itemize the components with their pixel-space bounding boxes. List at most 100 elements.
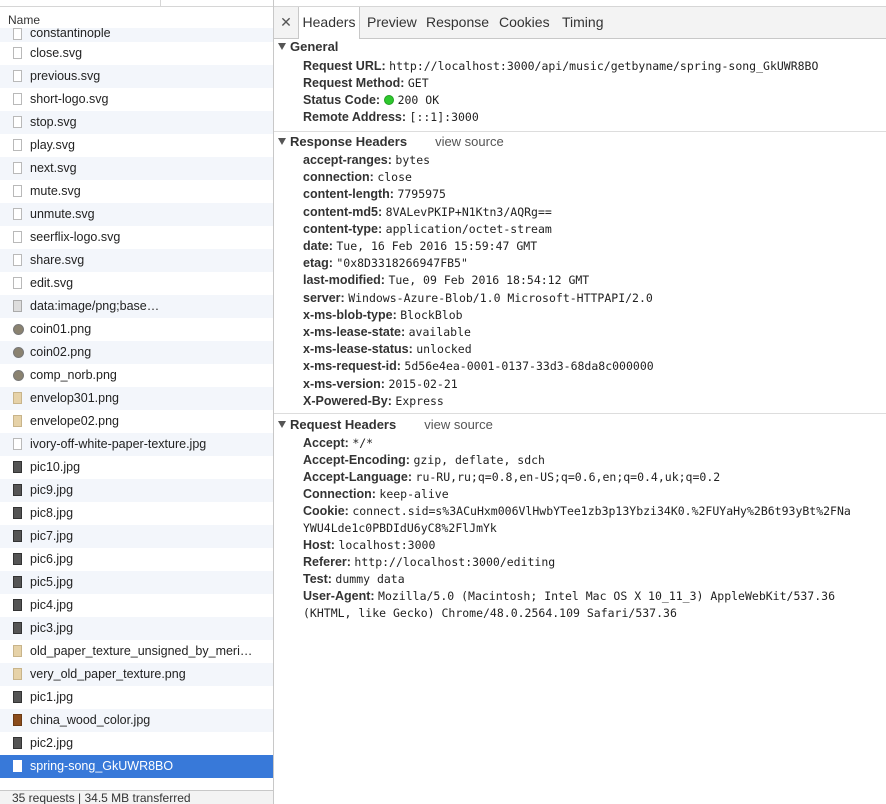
list-item[interactable]: seerflix-logo.svg — [0, 226, 273, 249]
list-item-label: china_wood_color.jpg — [30, 713, 151, 727]
header-row: x-ms-blob-type: BlockBlob — [303, 308, 463, 322]
list-item[interactable]: data:image/png;base… — [0, 295, 273, 318]
list-item[interactable]: pic2.jpg — [0, 732, 273, 755]
coin-image-icon — [13, 347, 24, 358]
header-row: accept-ranges: bytes — [303, 153, 430, 167]
list-item[interactable]: envelop301.png — [0, 387, 273, 410]
header-key: x-ms-lease-state: — [303, 325, 406, 339]
tab-response[interactable]: Response — [426, 7, 489, 38]
timeline-strip-right — [274, 0, 886, 7]
header-row: x-ms-version: 2015-02-21 — [303, 377, 458, 391]
header-key: content-type: — [303, 221, 383, 236]
list-item[interactable]: coin02.png — [0, 341, 273, 364]
header-value: close — [377, 170, 412, 185]
list-item[interactable]: coin01.png — [0, 318, 273, 341]
photo-icon — [13, 461, 22, 473]
file-icon — [13, 116, 22, 128]
list-item-label: play.svg — [30, 138, 75, 152]
list-item[interactable]: ivory-off-white-paper-texture.jpg — [0, 433, 273, 456]
header-row: content-md5: 8VALevPKIP+N1Ktn3/AQRg== — [303, 205, 552, 219]
paper-image-icon — [13, 645, 22, 657]
header-row: Cookie: connect.sid=s%3ACuHxm006VlHwbYTe… — [303, 504, 851, 518]
header-key: Cookie: — [303, 504, 349, 518]
list-item[interactable]: short-logo.svg — [0, 88, 273, 111]
paper-image-icon — [13, 668, 22, 680]
list-item[interactable]: pic6.jpg — [0, 548, 273, 571]
list-item-label: pic4.jpg — [30, 598, 74, 612]
list-item[interactable]: constantinople — [0, 28, 273, 42]
header-value: ru-RU,ru;q=0.8,en-US;q=0.6,en;q=0.4,uk;q… — [415, 470, 721, 484]
header-row: Connection: keep-alive — [303, 487, 449, 501]
list-item-label: pic3.jpg — [30, 621, 74, 635]
list-item-selected[interactable]: spring-song_GkUWR8BO — [0, 755, 273, 778]
section-response-headers[interactable]: Response Headers view source — [278, 134, 504, 149]
list-item-label: share.svg — [30, 253, 85, 267]
view-source-link[interactable]: view source — [435, 134, 504, 149]
list-item[interactable]: envelope02.png — [0, 410, 273, 433]
header-key: Accept: — [303, 436, 349, 450]
tab-preview[interactable]: Preview — [367, 7, 417, 38]
header-key: last-modified: — [303, 273, 385, 288]
file-icon — [13, 277, 22, 289]
list-item[interactable]: very_old_paper_texture.png — [0, 663, 273, 686]
header-key: User-Agent: — [303, 589, 375, 603]
photo-icon — [13, 576, 22, 588]
header-key: Request URL: — [303, 59, 386, 73]
list-item[interactable]: china_wood_color.jpg — [0, 709, 273, 732]
view-source-link[interactable]: view source — [424, 417, 493, 432]
list-item-label: envelop301.png — [30, 391, 119, 405]
tab-headers[interactable]: Headers — [298, 7, 360, 39]
list-item-label: seerflix-logo.svg — [30, 230, 121, 244]
list-item[interactable]: pic3.jpg — [0, 617, 273, 640]
list-item[interactable]: close.svg — [0, 42, 273, 65]
list-item[interactable]: pic9.jpg — [0, 479, 273, 502]
timeline-strip — [0, 0, 273, 7]
list-item[interactable]: pic7.jpg — [0, 525, 273, 548]
list-item[interactable]: previous.svg — [0, 65, 273, 88]
header-value: 200 OK — [397, 93, 440, 107]
list-item[interactable]: pic4.jpg — [0, 594, 273, 617]
list-item-label: pic5.jpg — [30, 575, 74, 589]
list-item[interactable]: unmute.svg — [0, 203, 273, 226]
list-item[interactable]: pic10.jpg — [0, 456, 273, 479]
header-key: x-ms-version: — [303, 376, 385, 391]
file-icon — [13, 70, 22, 82]
section-general[interactable]: General — [278, 39, 338, 54]
photo-icon — [13, 691, 22, 703]
list-item-label: pic6.jpg — [30, 552, 74, 566]
header-value-continuation: (KHTML, like Gecko) Chrome/48.0.2564.109… — [303, 606, 677, 620]
header-row: User-Agent: Mozilla/5.0 (Macintosh; Inte… — [303, 589, 835, 603]
list-item[interactable]: pic8.jpg — [0, 502, 273, 525]
photo-icon — [13, 484, 22, 496]
list-item-label: ivory-off-white-paper-texture.jpg — [30, 437, 207, 451]
header-row: x-ms-lease-status: unlocked — [303, 342, 472, 356]
header-value: keep-alive — [379, 487, 449, 501]
section-request-headers[interactable]: Request Headers view source — [278, 417, 493, 432]
list-item[interactable]: comp_norb.png — [0, 364, 273, 387]
photo-icon — [13, 530, 22, 542]
list-item-label: pic7.jpg — [30, 529, 74, 543]
header-row: date: Tue, 16 Feb 2016 15:59:47 GMT — [303, 239, 537, 253]
coin-image-icon — [13, 370, 24, 381]
list-item[interactable]: share.svg — [0, 249, 273, 272]
list-item-label: pic8.jpg — [30, 506, 74, 520]
list-item-label: coin01.png — [30, 322, 92, 336]
list-item-label: constantinople — [30, 28, 111, 38]
list-item[interactable]: pic1.jpg — [0, 686, 273, 709]
list-item[interactable]: play.svg — [0, 134, 273, 157]
close-icon[interactable]: ✕ — [278, 13, 294, 31]
tab-timing[interactable]: Timing — [562, 7, 604, 38]
header-key: content-length: — [303, 187, 394, 202]
list-item[interactable]: pic5.jpg — [0, 571, 273, 594]
list-item[interactable]: old_paper_texture_unsigned_by_meri… — [0, 640, 273, 663]
list-item[interactable]: mute.svg — [0, 180, 273, 203]
list-item[interactable]: stop.svg — [0, 111, 273, 134]
file-icon — [13, 438, 22, 450]
section-title-label: General — [290, 39, 339, 54]
list-item[interactable]: edit.svg — [0, 272, 273, 295]
list-item[interactable]: next.svg — [0, 157, 273, 180]
wood-image-icon — [13, 714, 22, 726]
tab-cookies[interactable]: Cookies — [499, 7, 550, 38]
section-divider — [274, 413, 886, 414]
status-footer: 35 requests | 34.5 MB transferred — [0, 790, 273, 804]
